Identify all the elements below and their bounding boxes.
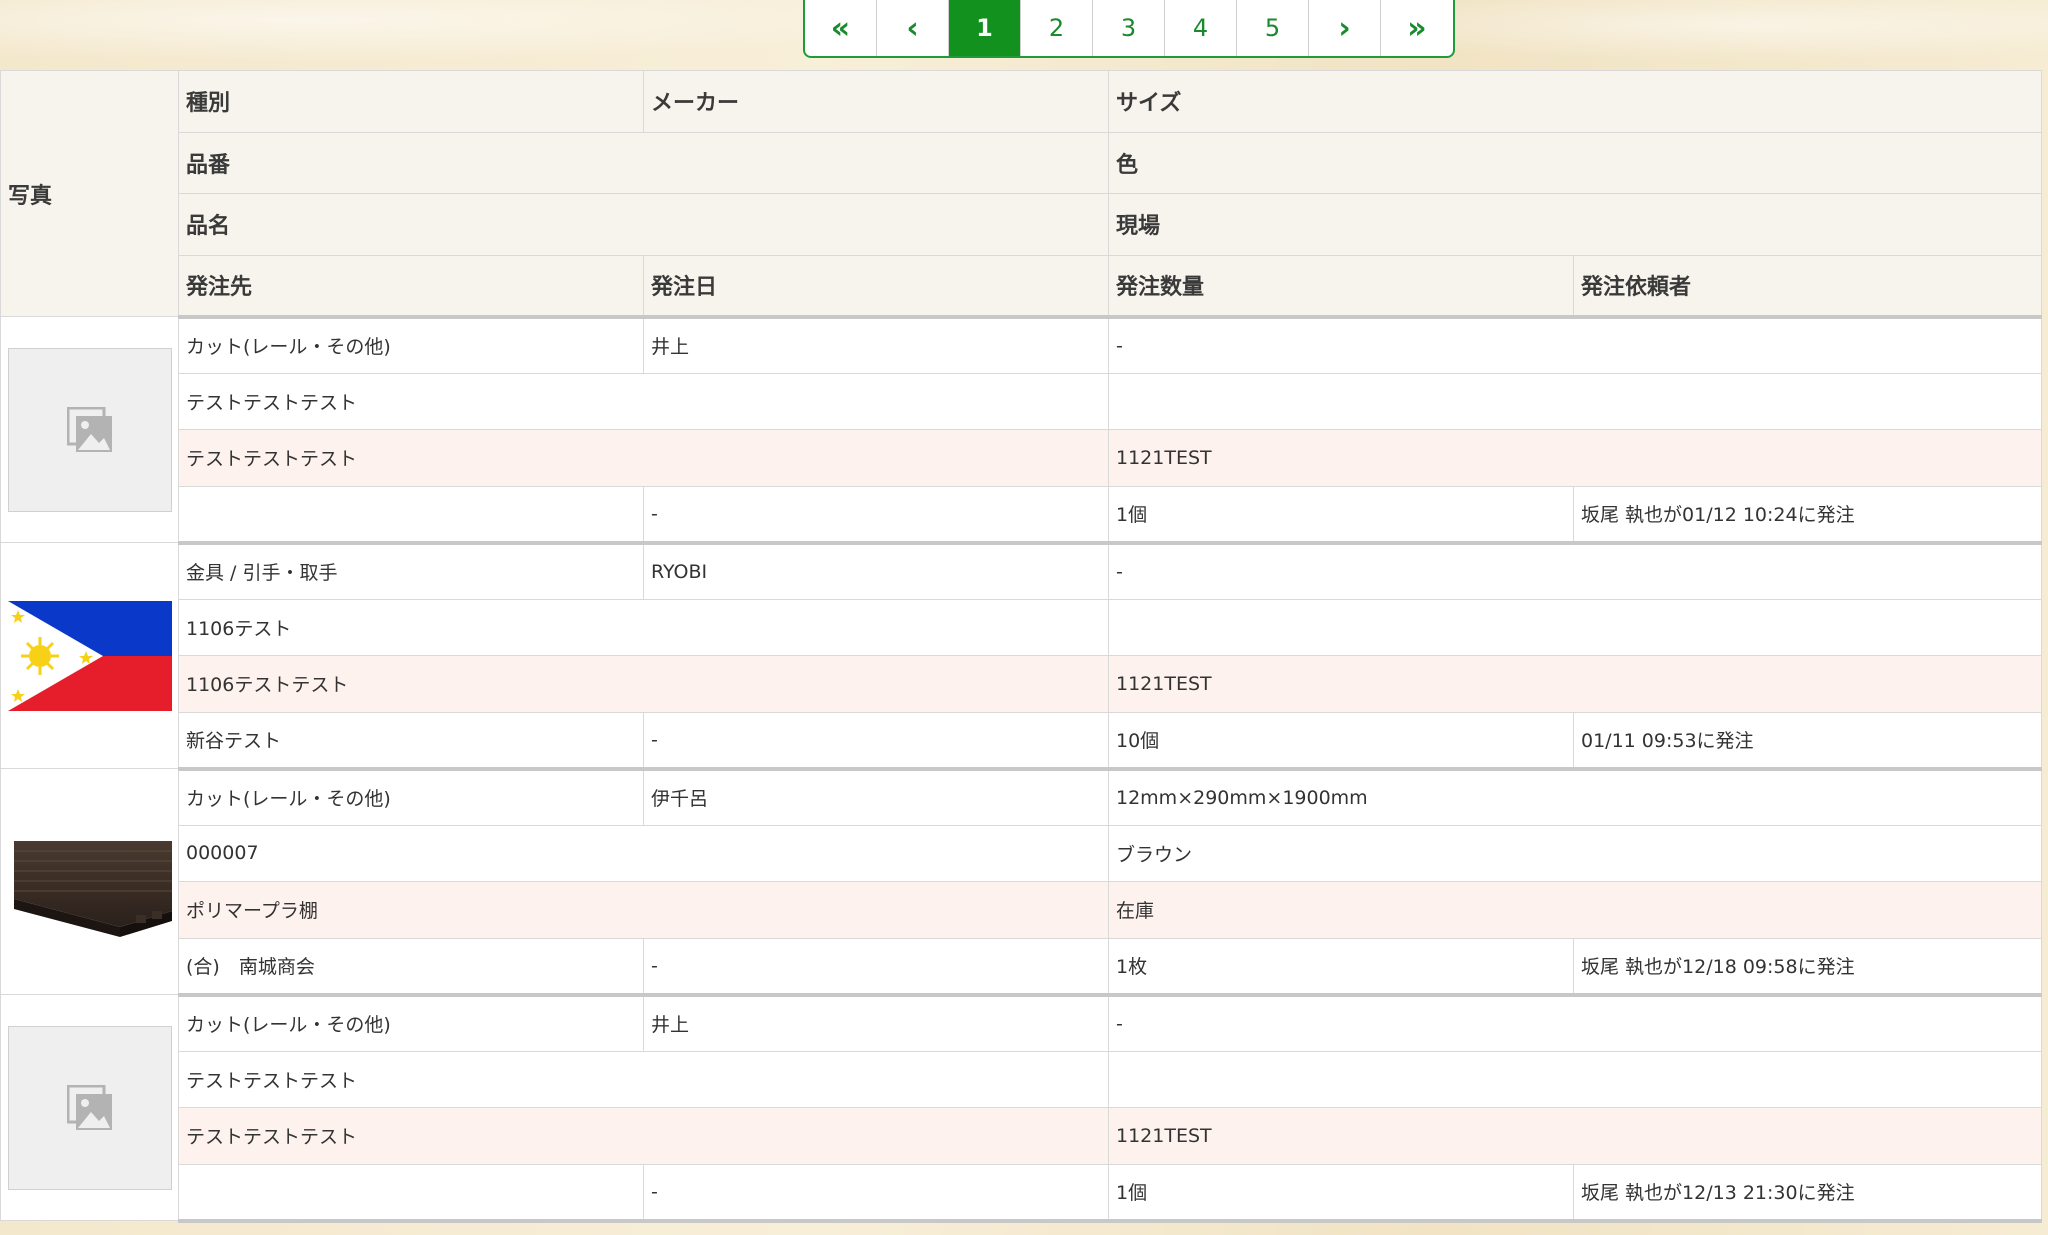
pagination-page-2[interactable]: 2	[1021, 0, 1093, 56]
header-site: 現場	[1108, 193, 2042, 256]
placeholder-image-icon	[7, 1025, 172, 1190]
header-size: サイズ	[1108, 70, 2042, 133]
item-supplier: (合) 南城商会	[178, 937, 644, 997]
item-requester: 坂尾 執也が01/12 10:24に発注	[1573, 485, 2042, 545]
header-quantity: 発注数量	[1108, 254, 1574, 319]
pagination: « ‹ 1 2 3 4 5 › »	[803, 0, 1455, 58]
item-size: -	[1108, 316, 2042, 374]
item-color	[1108, 1050, 2042, 1108]
item-color	[1108, 598, 2042, 656]
item-supplier	[178, 485, 644, 545]
item-maker: 井上	[643, 994, 1109, 1052]
item-size: 12mm×290mm×1900mm	[1108, 768, 2042, 826]
item-quantity: 1枚	[1108, 937, 1574, 997]
item-order-date: -	[643, 711, 1109, 771]
pagination-page-1[interactable]: 1	[949, 0, 1021, 56]
item-requester: 坂尾 執也が12/18 09:58に発注	[1573, 937, 2042, 997]
item-part-no: テストテストテスト	[178, 372, 1109, 430]
header-product-name: 品名	[178, 193, 1109, 256]
item-maker: 井上	[643, 316, 1109, 374]
header-type: 種別	[178, 70, 644, 133]
header-photo: 写真	[0, 70, 179, 317]
item-product-name[interactable]: 1106テストテスト	[178, 655, 1109, 713]
item-quantity: 1個	[1108, 485, 1574, 545]
pagination-next[interactable]: ›	[1309, 0, 1381, 56]
item-site-link[interactable]: 1121TEST	[1108, 429, 2042, 487]
item-quantity: 1個	[1108, 1163, 1574, 1223]
header-part-no: 品番	[178, 131, 1109, 194]
pagination-last[interactable]: »	[1381, 0, 1453, 56]
philippines-flag-image	[7, 600, 172, 711]
item-type: 金具 / 引手・取手	[178, 542, 644, 600]
item-product-name[interactable]: テストテストテスト	[178, 1107, 1109, 1165]
item-order-date: -	[643, 485, 1109, 545]
item-supplier	[178, 1163, 644, 1223]
item-site-link[interactable]: 1121TEST	[1108, 1107, 2042, 1165]
item-order-date: -	[643, 937, 1109, 997]
item-size: -	[1108, 994, 2042, 1052]
item-part-no: 1106テスト	[178, 598, 1109, 656]
item-site-link[interactable]: 1121TEST	[1108, 655, 2042, 713]
header-maker: メーカー	[643, 70, 1109, 133]
item-order-date: -	[643, 1163, 1109, 1223]
item-requester: 01/11 09:53に発注	[1573, 711, 2042, 771]
order-table: 写真 種別 メーカー サイズ 品番 色 品名 現場 発注先 発注日 発注数量 発…	[0, 70, 2042, 1223]
pagination-first[interactable]: «	[805, 0, 877, 56]
item-part-no: 000007	[178, 824, 1109, 882]
pagination-prev[interactable]: ‹	[877, 0, 949, 56]
item-type: カット(レール・その他)	[178, 768, 644, 826]
item-quantity: 10個	[1108, 711, 1574, 771]
item-site: 在庫	[1108, 881, 2042, 939]
item-photo[interactable]	[0, 542, 179, 769]
item-product-name[interactable]: ポリマープラ棚	[178, 881, 1109, 939]
item-photo[interactable]	[0, 316, 179, 543]
item-color: ブラウン	[1108, 824, 2042, 882]
pagination-page-4[interactable]: 4	[1165, 0, 1237, 56]
item-maker: RYOBI	[643, 542, 1109, 600]
header-requester: 発注依頼者	[1573, 254, 2042, 319]
pagination-page-5[interactable]: 5	[1237, 0, 1309, 56]
pagination-page-3[interactable]: 3	[1093, 0, 1165, 56]
item-size: -	[1108, 542, 2042, 600]
item-requester: 坂尾 執也が12/13 21:30に発注	[1573, 1163, 2042, 1223]
header-color: 色	[1108, 131, 2042, 194]
item-supplier: 新谷テスト	[178, 711, 644, 771]
item-photo[interactable]	[0, 768, 179, 995]
header-supplier: 発注先	[178, 254, 644, 319]
item-color	[1108, 372, 2042, 430]
item-photo[interactable]	[0, 994, 179, 1221]
header-order-date: 発注日	[643, 254, 1109, 319]
shelf-board-image	[13, 840, 172, 937]
item-maker: 伊千呂	[643, 768, 1109, 826]
item-type: カット(レール・その他)	[178, 316, 644, 374]
item-type: カット(レール・その他)	[178, 994, 644, 1052]
item-part-no: テストテストテスト	[178, 1050, 1109, 1108]
placeholder-image-icon	[7, 347, 172, 512]
item-product-name[interactable]: テストテストテスト	[178, 429, 1109, 487]
